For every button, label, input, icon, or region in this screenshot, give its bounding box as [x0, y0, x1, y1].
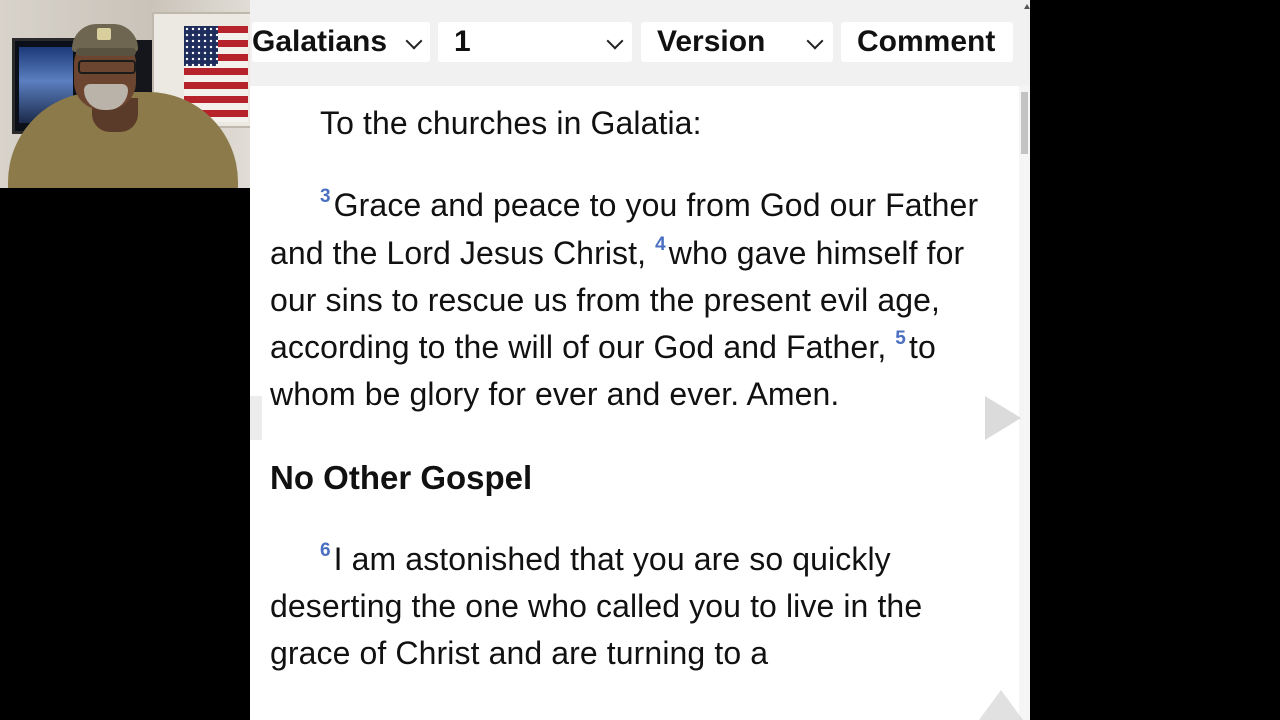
scrollbar-thumb[interactable] [1021, 92, 1028, 154]
book-select-value: Galatians [252, 25, 388, 58]
arrow-right-icon[interactable] [985, 396, 1021, 440]
commentary-select[interactable]: Comment [841, 22, 1013, 62]
book-select[interactable]: Galatians [252, 22, 430, 62]
version-select[interactable]: Version [641, 22, 833, 62]
version-select-value: Version [657, 25, 766, 58]
verse-number[interactable]: 5 [895, 328, 906, 349]
webcam-overlay [0, 0, 250, 188]
flag-canton [184, 26, 218, 66]
toolbar: Galatians 1 Version Comment [250, 0, 1030, 86]
verse-paragraph: 3Grace and peace to you from God our Fat… [270, 182, 990, 418]
section-heading: No Other Gospel [270, 458, 533, 496]
bible-reader-panel: Galatians 1 Version Comment To the churc… [250, 0, 1030, 720]
verse-number[interactable]: 3 [320, 186, 331, 207]
salutation: To the churches in Galatia: [320, 105, 702, 141]
chevron-down-icon [806, 32, 824, 50]
presenter-cap-bill [76, 48, 136, 56]
scroll-up-icon[interactable] [1024, 4, 1030, 9]
scripture-text: To the churches in Galatia: 3Grace and p… [270, 100, 990, 678]
verse-number[interactable]: 6 [320, 540, 331, 561]
presenter-cap-badge [97, 28, 111, 40]
verse-text: I am astonished that you are so quickly … [270, 540, 923, 672]
chevron-down-icon [606, 32, 624, 50]
commentary-select-value: Comment [857, 25, 996, 58]
chapter-select-value: 1 [454, 25, 471, 58]
verse-paragraph: 6I am astonished that you are so quickly… [270, 536, 990, 678]
arrow-left-icon[interactable] [250, 396, 262, 440]
presenter-glasses [78, 60, 136, 74]
verse-number[interactable]: 4 [655, 234, 666, 255]
chevron-down-icon [405, 32, 423, 50]
arrow-up-icon[interactable] [979, 690, 1023, 720]
chapter-select[interactable]: 1 [438, 22, 632, 62]
